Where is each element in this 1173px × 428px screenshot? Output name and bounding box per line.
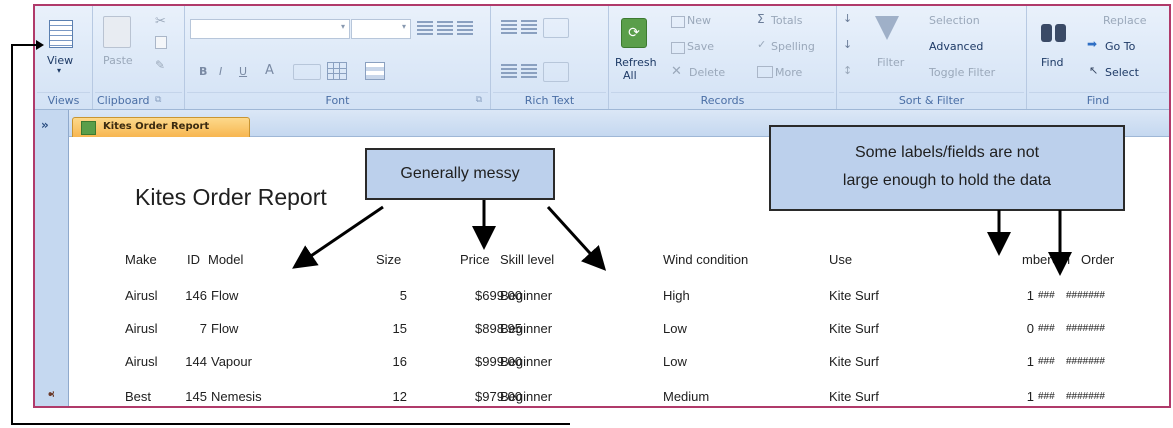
bracket-view-line: [11, 44, 570, 425]
arrow-to-model: [292, 205, 384, 269]
annotation-arrows: [11, 40, 1072, 425]
bracket-arrowhead-icon: [36, 40, 44, 50]
arrow-to-skill: [546, 205, 607, 271]
